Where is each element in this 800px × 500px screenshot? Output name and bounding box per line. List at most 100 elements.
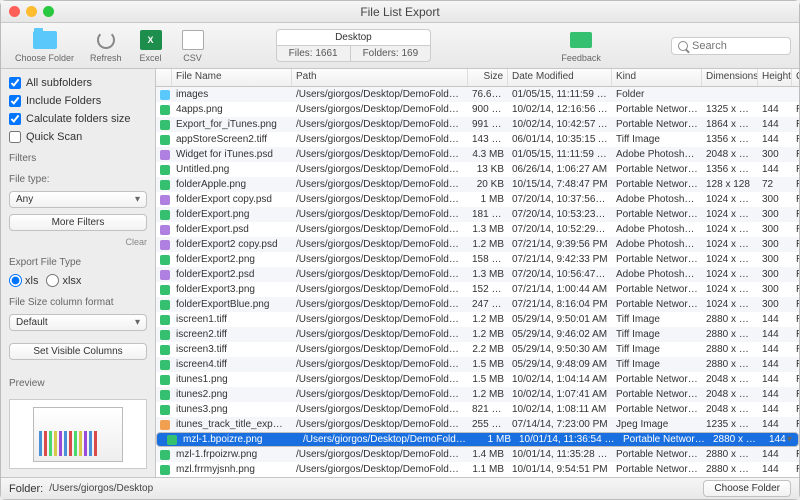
col-height[interactable]: Height <box>758 69 792 86</box>
table-row[interactable]: 4apps.png/Users/giorgos/Desktop/DemoFold… <box>156 102 799 117</box>
cell-size: 181 KB <box>468 208 508 221</box>
cell-date: 07/20/14, 10:52:29 PM <box>508 223 612 236</box>
table-row[interactable]: images/Users/giorgos/Desktop/DemoFolder/… <box>156 87 799 102</box>
cell-height: 300 <box>758 193 792 206</box>
col-filename[interactable]: File Name <box>172 69 292 86</box>
cell-dim: 2880 x 1800 <box>702 313 758 326</box>
chk-calc-sizes[interactable]: Calculate folders size <box>9 113 147 125</box>
cell-dim: 1024 x 1024 <box>702 223 758 236</box>
cell-path: /Users/giorgos/Desktop/DemoFolder/i... <box>292 313 468 326</box>
col-icon[interactable] <box>156 69 172 86</box>
table-row[interactable]: mzl.frrmyjsnh.png/Users/giorgos/Desktop/… <box>156 462 799 477</box>
filetype-select[interactable]: Any <box>9 191 147 208</box>
file-icon <box>160 240 170 250</box>
file-icon <box>160 300 170 310</box>
table-row[interactable]: appStoreScreen2.tiff/Users/giorgos/Deskt… <box>156 132 799 147</box>
cell-height <box>758 94 792 96</box>
choose-folder-button[interactable]: Choose Folder <box>9 27 80 65</box>
search-input[interactable] <box>692 40 782 52</box>
chk-quick-scan[interactable]: Quick Scan <box>9 131 147 143</box>
cell-height: 144 <box>758 373 792 386</box>
cell-size: 1.2 MB <box>468 328 508 341</box>
cell-path: /Users/giorgos/Desktop/DemoFolder/i... <box>292 328 468 341</box>
excel-icon: X <box>140 30 162 50</box>
cell-size: 1.2 MB <box>468 388 508 401</box>
set-columns-button[interactable]: Set Visible Columns <box>9 343 147 360</box>
table-row[interactable]: iscreen4.tiff/Users/giorgos/Desktop/Demo… <box>156 357 799 372</box>
table-row[interactable]: folderExportBlue.png/Users/giorgos/Deskt… <box>156 297 799 312</box>
folder-icon <box>33 31 57 49</box>
table-row[interactable]: folderExport.psd/Users/giorgos/Desktop/D… <box>156 222 799 237</box>
cell-date: 06/01/14, 10:35:15 AM <box>508 133 612 146</box>
table-row[interactable]: iscreen1.tiff/Users/giorgos/Desktop/Demo… <box>156 312 799 327</box>
cell-cs: RGB <box>792 343 799 356</box>
table-row[interactable]: folderExport2.png/Users/giorgos/Desktop/… <box>156 252 799 267</box>
cell-kind: Portable Network G... <box>612 373 702 386</box>
cell-kind: Adobe Photoshop... <box>612 268 702 281</box>
table-row[interactable]: folderExport2.psd/Users/giorgos/Desktop/… <box>156 267 799 282</box>
table-row[interactable]: Export_for_iTunes.png/Users/giorgos/Desk… <box>156 117 799 132</box>
table-row[interactable]: mzl-1.frpoizrw.png/Users/giorgos/Desktop… <box>156 447 799 462</box>
col-kind[interactable]: Kind <box>612 69 702 86</box>
file-icon <box>160 120 170 130</box>
chk-all-subfolders[interactable]: All subfolders <box>9 77 147 89</box>
cell-cs: RGB <box>792 283 799 296</box>
table-row[interactable]: itunes2.png/Users/giorgos/Desktop/DemoFo… <box>156 387 799 402</box>
table-row[interactable]: folderExport2 copy.psd/Users/giorgos/Des… <box>156 237 799 252</box>
csv-button[interactable]: CSV <box>174 27 212 65</box>
cell-kind: Tiff Image <box>612 313 702 326</box>
col-date[interactable]: Date Modified <box>508 69 612 86</box>
table-row[interactable]: folderExport.png/Users/giorgos/Desktop/D… <box>156 207 799 222</box>
table-row[interactable]: iscreen2.tiff/Users/giorgos/Desktop/Demo… <box>156 327 799 342</box>
cell-date: 07/20/14, 10:53:23 PM <box>508 208 612 221</box>
cell-name: Untitled.png <box>172 163 292 176</box>
table-row[interactable]: folderExport3.png/Users/giorgos/Desktop/… <box>156 282 799 297</box>
cell-height: 300 <box>758 253 792 266</box>
col-path[interactable]: Path <box>292 69 468 86</box>
table-row[interactable]: mzl-1.bpoizre.png/Users/giorgos/Desktop/… <box>156 432 799 447</box>
cell-kind: Portable Network G... <box>619 433 709 446</box>
cell-height: 144 <box>758 313 792 326</box>
cell-cs: RGB <box>792 298 799 311</box>
table-row[interactable]: iscreen3.tiff/Users/giorgos/Desktop/Demo… <box>156 342 799 357</box>
radio-xlsx[interactable]: xlsx <box>46 274 81 287</box>
table-row[interactable]: Untitled.png/Users/giorgos/Desktop/DemoF… <box>156 162 799 177</box>
refresh-button[interactable]: Refresh <box>84 27 128 65</box>
table-row[interactable]: itunes1.png/Users/giorgos/Desktop/DemoFo… <box>156 372 799 387</box>
cell-date: 07/14/14, 7:23:00 PM <box>508 418 612 431</box>
cell-dim: 1024 x 1024 <box>702 253 758 266</box>
cell-date: 07/21/14, 9:39:56 PM <box>508 238 612 251</box>
cell-cs: RGB <box>792 388 799 401</box>
chk-include-folders[interactable]: Include Folders <box>9 95 147 107</box>
col-dimensions[interactable]: Dimensions <box>702 69 758 86</box>
footer-choose-folder-button[interactable]: Choose Folder <box>703 480 791 497</box>
clear-button[interactable]: Clear <box>9 237 147 247</box>
folder-label: Folder: <box>9 483 43 495</box>
table-row[interactable]: itunes3.png/Users/giorgos/Desktop/DemoFo… <box>156 402 799 417</box>
excel-button[interactable]: X Excel <box>132 27 170 65</box>
cell-dim: 1325 x 1418 <box>702 103 758 116</box>
col-colorspace[interactable]: Color Space <box>792 69 799 86</box>
refresh-icon <box>97 31 115 49</box>
table-row[interactable]: Widget for iTunes.psd/Users/giorgos/Desk… <box>156 147 799 162</box>
cell-name: folderExport2.psd <box>172 268 292 281</box>
more-filters-button[interactable]: More Filters <box>9 214 147 231</box>
cell-kind: Tiff Image <box>612 343 702 356</box>
table-row[interactable]: folderExport copy.psd/Users/giorgos/Desk… <box>156 192 799 207</box>
fscf-select[interactable]: Default <box>9 314 147 331</box>
cell-cs: RGB <box>792 178 799 191</box>
cell-cs: RGB <box>792 223 799 236</box>
file-table: File Name Path Size Date Modified Kind D… <box>156 69 799 477</box>
file-icon <box>160 105 170 115</box>
table-row[interactable]: itunes_track_title_export.jpg/Users/gior… <box>156 417 799 432</box>
col-size[interactable]: Size <box>468 69 508 86</box>
cell-date: 07/21/14, 8:16:04 PM <box>508 298 612 311</box>
feedback-button[interactable]: Feedback <box>555 27 607 65</box>
radio-xls[interactable]: xls <box>9 274 38 287</box>
table-body[interactable]: images/Users/giorgos/Desktop/DemoFolder/… <box>156 87 799 477</box>
file-icon <box>160 420 170 430</box>
file-icon <box>160 210 170 220</box>
table-row[interactable]: folderApple.png/Users/giorgos/Desktop/De… <box>156 177 799 192</box>
search-field[interactable] <box>671 37 791 55</box>
file-icon <box>160 195 170 205</box>
